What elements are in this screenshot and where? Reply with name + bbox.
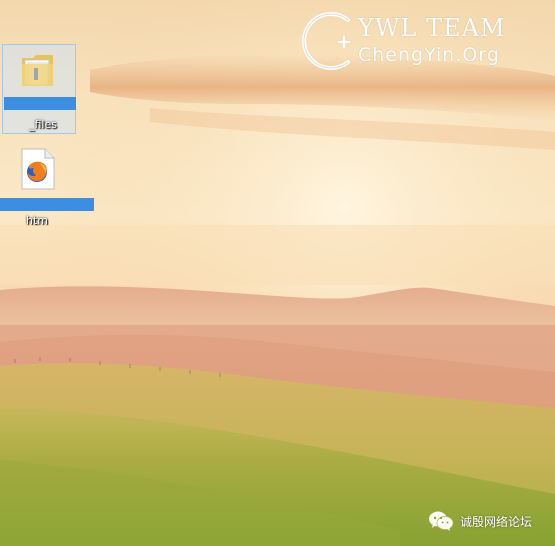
wechat-icon	[429, 511, 454, 531]
desktop-icon-folder[interactable]: _files	[2, 44, 76, 134]
html-file-icon-label: htm	[26, 214, 48, 227]
desktop-icon-html-file[interactable]: htm	[0, 148, 96, 232]
watermark-title: YWL TEAM	[358, 14, 506, 42]
wechat-badge: 诚殷网络论坛	[428, 508, 532, 534]
icon-label-selection	[0, 198, 94, 211]
wechat-badge-text: 诚殷网络论坛	[460, 514, 533, 529]
watermark-subtitle: ChengYin.Org	[358, 44, 500, 66]
folder-icon	[22, 55, 53, 86]
c-plus-logo-icon	[302, 12, 350, 70]
icon-label-selection	[4, 97, 76, 110]
wallpaper	[0, 0, 555, 546]
desktop[interactable]: YWL TEAM ChengYin.Org _files htm 诚殷网络论坛	[0, 0, 555, 546]
watermark: YWL TEAM ChengYin.Org	[296, 6, 546, 76]
folder-icon-label: _files	[29, 118, 57, 131]
firefox-html-file-icon	[21, 148, 55, 190]
